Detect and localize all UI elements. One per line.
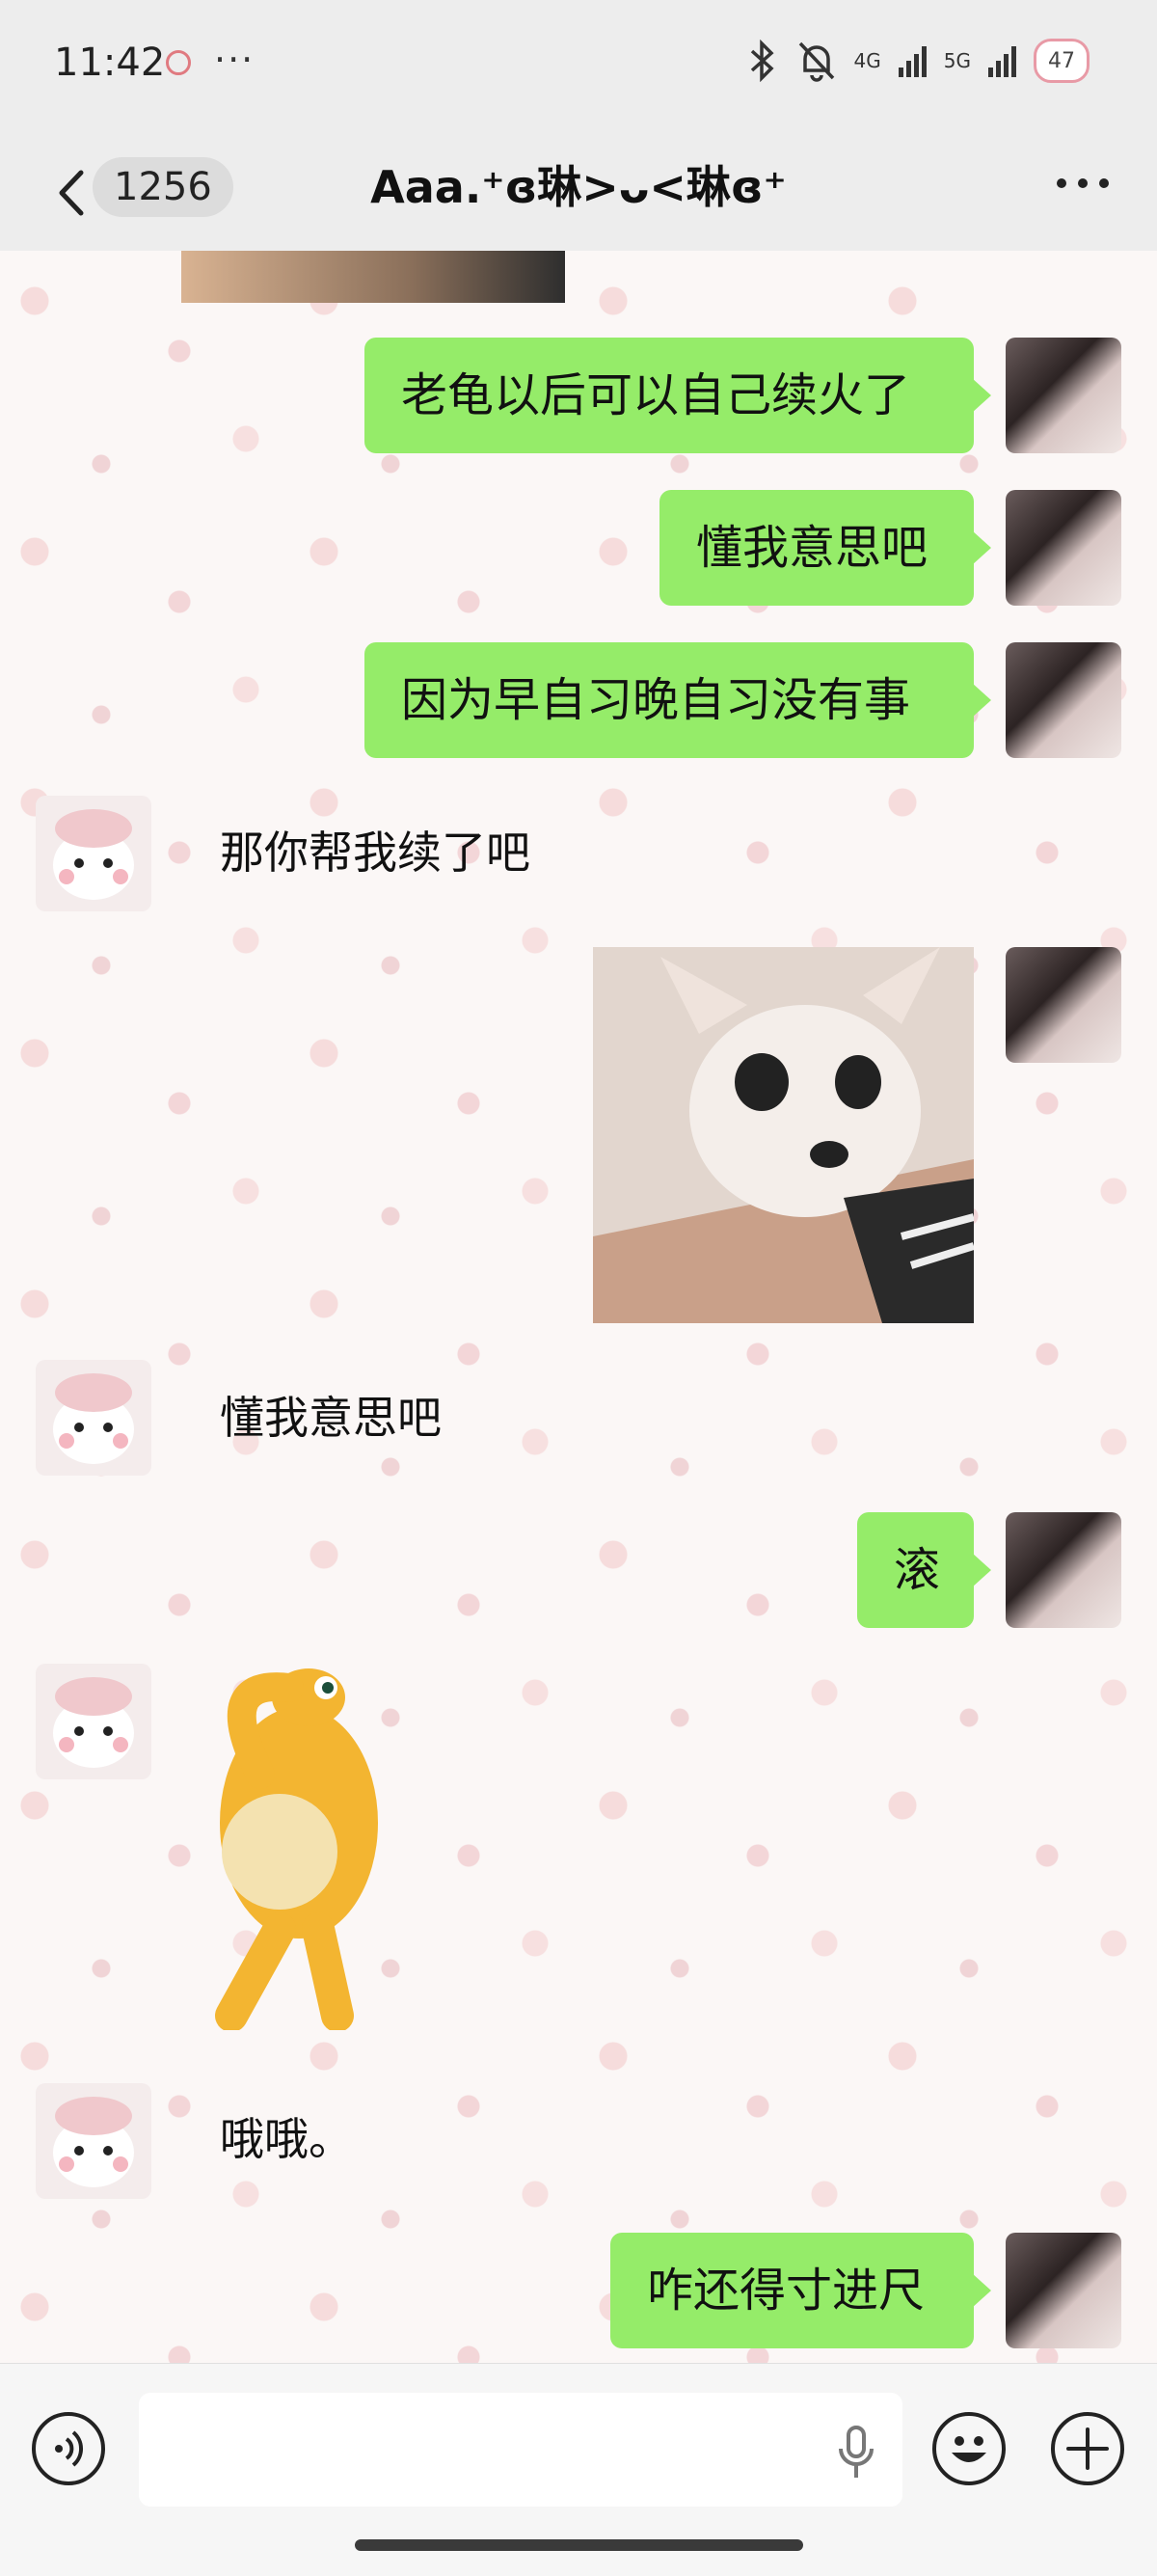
avatar-self[interactable] xyxy=(1006,1512,1121,1628)
message-text-received[interactable]: 哦哦。 xyxy=(220,2110,353,2168)
chat-header: 1256 Aaa.⁺ɞ琳>ᴗ<琳ɞ⁺ xyxy=(0,130,1157,251)
message-bubble-sent[interactable]: 老龟以后可以自己续火了 xyxy=(364,338,991,453)
avatar-contact[interactable] xyxy=(36,1664,151,1779)
flower-notification-icon xyxy=(166,50,191,75)
message-bubble-sent[interactable]: 咋还得寸进尺 xyxy=(610,2233,991,2348)
back-chevron-icon[interactable] xyxy=(46,159,94,227)
partial-image-message[interactable] xyxy=(181,251,565,303)
mute-bell-icon xyxy=(798,41,834,82)
chat-area: 老龟以后可以自己续火了 懂我意思吧 因为早自习晚自习没有事 那你帮我续了吧 懂我… xyxy=(0,251,1157,2363)
status-icons: 4G 5G 47 xyxy=(746,37,1090,85)
network-5g-label: 5G xyxy=(943,49,971,72)
status-time: 11:42 xyxy=(54,41,166,85)
chat-title: Aaa.⁺ɞ琳>ᴗ<琳ɞ⁺ xyxy=(370,161,787,213)
signal-4g-icon xyxy=(898,44,927,77)
message-text-received[interactable]: 那你帮我续了吧 xyxy=(220,824,530,881)
more-dots-icon[interactable] xyxy=(1057,178,1109,188)
panda-avatar-icon xyxy=(53,1677,134,1768)
avatar-self[interactable] xyxy=(1006,2233,1121,2348)
message-bubble-sent[interactable]: 因为早自习晚自习没有事 xyxy=(364,642,991,758)
message-bubble-sent[interactable]: 滚 xyxy=(857,1512,991,1628)
avatar-self[interactable] xyxy=(1006,947,1121,1063)
avatar-self[interactable] xyxy=(1006,490,1121,606)
battery-indicator: 47 xyxy=(1034,39,1090,83)
avatar-contact[interactable] xyxy=(36,2083,151,2199)
status-bar: 11:42 ··· 4G 5G 47 xyxy=(0,0,1157,130)
message-bubble-sent[interactable]: 懂我意思吧 xyxy=(659,490,991,606)
avatar-self[interactable] xyxy=(1006,338,1121,453)
network-4g-label: 4G xyxy=(853,49,881,72)
home-indicator[interactable] xyxy=(355,2539,803,2551)
message-text-received[interactable]: 懂我意思吧 xyxy=(220,1389,442,1447)
unread-count-badge[interactable]: 1256 xyxy=(93,157,233,217)
microphone-icon[interactable] xyxy=(837,2426,875,2480)
plus-icon[interactable] xyxy=(1051,2412,1124,2485)
signal-5g-icon xyxy=(988,44,1016,77)
status-more-dots: ··· xyxy=(214,39,256,81)
avatar-contact[interactable] xyxy=(36,1360,151,1476)
message-input[interactable] xyxy=(139,2393,902,2507)
bluetooth-icon xyxy=(750,40,774,82)
voice-icon[interactable] xyxy=(32,2412,105,2485)
chihuahua-sticker-image[interactable] xyxy=(593,947,974,1323)
avatar-contact[interactable] xyxy=(36,796,151,911)
yellow-creature-sticker-image[interactable] xyxy=(174,1659,424,2030)
panda-avatar-icon xyxy=(53,1373,134,1464)
panda-avatar-icon xyxy=(53,2097,134,2187)
avatar-self[interactable] xyxy=(1006,642,1121,758)
panda-avatar-icon xyxy=(53,809,134,900)
emoji-icon[interactable] xyxy=(932,2412,1006,2485)
